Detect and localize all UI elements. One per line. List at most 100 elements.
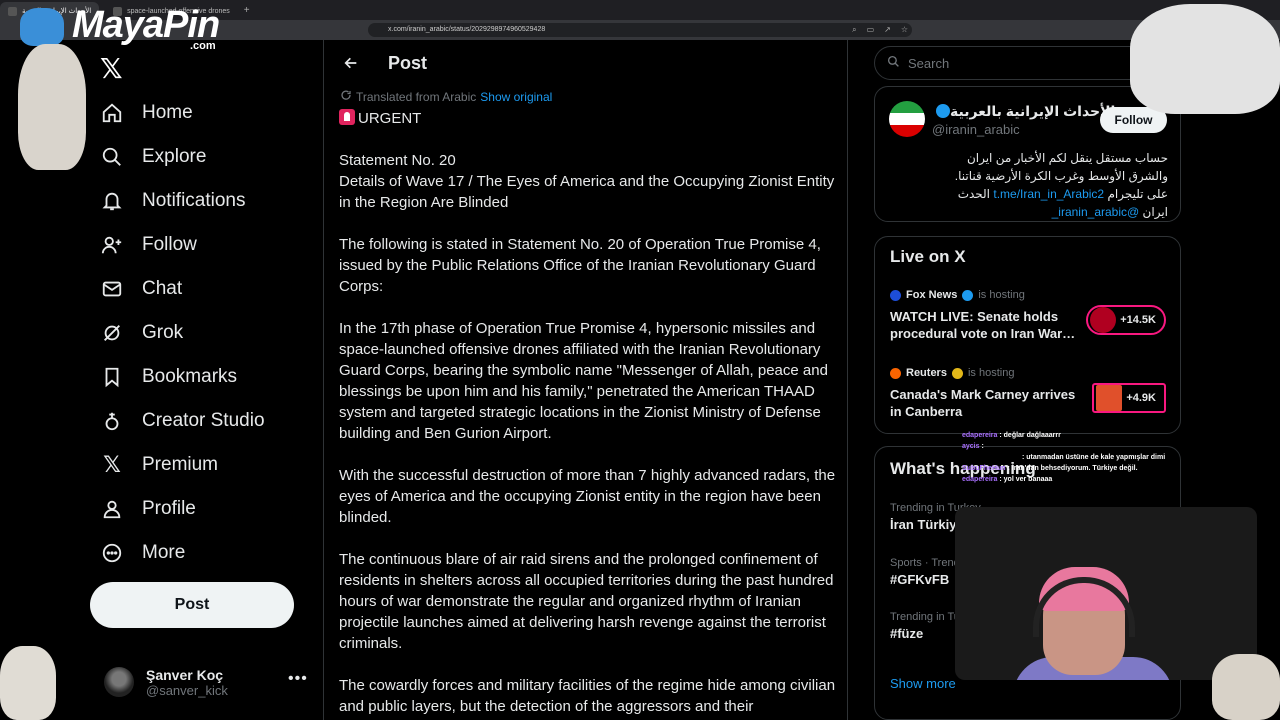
bio-mention-link[interactable]: @iranin_arabic_ xyxy=(1052,205,1140,219)
compose-post-button[interactable]: Post xyxy=(90,582,294,628)
chat-text: : utanmadan üstüne de kale yapmışlar dim… xyxy=(1022,454,1166,461)
bio-text: على تليجرام xyxy=(1107,187,1168,201)
bio-text: الحدث xyxy=(957,187,991,201)
nav-item-premium[interactable]: 𝕏 Premium xyxy=(100,445,218,485)
person-icon xyxy=(100,497,124,521)
nav-item-label: More xyxy=(142,542,186,563)
nav-item-notifications[interactable]: Notifications xyxy=(100,181,246,221)
cat-sticker xyxy=(1130,4,1280,114)
home-icon xyxy=(100,101,124,125)
page-title: Post xyxy=(388,53,428,73)
chat-message: aycis : xyxy=(962,441,1192,452)
chat-user: edapereira xyxy=(962,476,998,483)
bio-line: ايران @iranin_arabic_ xyxy=(888,203,1168,221)
chat-message: edapereira : değlar dağlaaarrr xyxy=(962,430,1192,441)
profile-bio: حساب مستقل ينقل لكم الأخبار من ايران وال… xyxy=(888,149,1168,221)
bell-icon xyxy=(100,189,124,213)
bio-line: حساب مستقل ينقل لكم الأخبار من ايران xyxy=(966,151,1168,165)
share-icon[interactable]: ↗ xyxy=(884,25,891,35)
bookmark-star-icon[interactable]: ☆ xyxy=(901,25,908,35)
chat-user: SubuFheHun xyxy=(962,465,1006,472)
section-title: Live on X xyxy=(890,247,966,266)
statement-title: Statement No. 20 xyxy=(339,152,456,169)
nav-item-grok[interactable]: Grok xyxy=(100,313,183,353)
post-detail-column: Post Translated from Arabic Show origina… xyxy=(323,40,848,720)
watermark-suffix: .com xyxy=(190,40,216,52)
live-headline: WATCH LIVE: Senate holds procedural vote… xyxy=(890,309,1076,341)
avatar[interactable] xyxy=(889,101,925,137)
nav-item-label: Premium xyxy=(142,454,219,475)
nav-item-bookmarks[interactable]: Bookmarks xyxy=(100,357,237,397)
chat-message: SubuFheHun : iran'dan behsediyorum. Türk… xyxy=(962,463,1192,474)
bio-line: على تليجرام t.me/Iran_in_Arabic2 الحدث xyxy=(888,185,1168,203)
nav-item-label: Bookmarks xyxy=(142,366,238,387)
nav-item-explore[interactable]: Explore xyxy=(100,137,206,177)
siren-icon xyxy=(339,109,355,125)
x-premium-icon: 𝕏 xyxy=(103,452,121,478)
show-original-link[interactable]: Show original xyxy=(480,90,552,104)
profile-handle: @iranin_arabic xyxy=(932,122,1020,137)
nav-item-label: Home xyxy=(142,102,193,123)
creator-studio-icon xyxy=(100,409,124,433)
bookmark-icon xyxy=(100,365,124,389)
nav-item-label: Explore xyxy=(142,146,207,167)
live-listeners-pill[interactable]: +14.5K xyxy=(1086,305,1166,335)
nav-item-label: Chat xyxy=(142,278,183,299)
post-paragraph: The cowardly forces and military facilit… xyxy=(339,677,836,715)
live-item[interactable]: Fox News is hosting WATCH LIVE: Senate h… xyxy=(890,289,1170,349)
host-status: is hosting xyxy=(967,367,1015,379)
verified-gold-badge-icon xyxy=(951,367,963,379)
nav-item-label: Follow xyxy=(142,234,197,255)
cat-sticker xyxy=(18,44,86,170)
install-icon[interactable]: ▭ xyxy=(867,25,875,35)
back-arrow-icon[interactable] xyxy=(340,52,362,74)
chat-message: edapereira : yol ver banaaa xyxy=(962,474,1192,485)
more-dots-icon[interactable]: ••• xyxy=(288,670,308,688)
nav-item-profile[interactable]: Profile xyxy=(100,489,196,529)
cat-sticker xyxy=(1212,654,1280,720)
address-bar-actions: ⌕ ▭ ↗ ☆ xyxy=(852,25,908,35)
urgent-label: URGENT xyxy=(358,110,422,127)
profile-name-text: الأحداث الإيرانية بالعربية xyxy=(950,103,1116,119)
translated-label: Translated from Arabic xyxy=(356,89,477,104)
listener-count: +14.5K xyxy=(1120,314,1156,326)
bio-text: ايران xyxy=(1142,205,1168,219)
profile-card: الأحداث الإيرانية بالعربية @iranin_arabi… xyxy=(874,86,1181,222)
x-logo-icon[interactable]: 𝕏 xyxy=(100,52,123,85)
bio-link[interactable]: t.me/Iran_in_Arabic2 xyxy=(993,187,1104,201)
host-name: Reuters xyxy=(906,367,947,379)
nav-item-follow[interactable]: Follow xyxy=(100,225,197,265)
show-more-link[interactable]: Show more xyxy=(890,676,956,691)
url-text: x.com/iranin_arabic/status/2029298974960… xyxy=(388,26,546,33)
chat-text: : değlar dağlaaarrr xyxy=(999,432,1061,439)
statement-subtitle: Details of Wave 17 / The Eyes of America… xyxy=(339,173,835,211)
account-name: Şanver Koç xyxy=(146,666,224,683)
live-headline: Canada's Mark Carney arrives in Canberra xyxy=(890,387,1076,419)
cat-sticker xyxy=(0,646,56,720)
host-status: is hosting xyxy=(978,289,1025,301)
fox-news-avatar-icon xyxy=(890,289,901,301)
stream-chat-overlay: edapereira : değlar dağlaaarrr aycis : :… xyxy=(962,430,1192,485)
more-circle-icon xyxy=(100,541,124,565)
cat-mascot-icon xyxy=(20,8,64,46)
translate-icon xyxy=(340,89,352,104)
nav-item-home[interactable]: Home xyxy=(100,93,193,133)
url-field[interactable]: x.com/iranin_arabic/status/2029298974960… xyxy=(368,23,912,37)
bio-line: والشرق الأوسط وغرب الكرة الأرضية قناتنا. xyxy=(954,169,1168,183)
chat-message: : utanmadan üstüne de kale yapmışlar dim… xyxy=(962,452,1192,463)
account-switcher[interactable]: Şanver Koç @sanver_kick xyxy=(104,660,314,704)
avatar xyxy=(104,667,134,697)
nav-item-chat[interactable]: Chat xyxy=(100,269,182,309)
reuters-logo-icon xyxy=(1096,385,1123,411)
live-item[interactable]: Reuters is hosting Canada's Mark Carney … xyxy=(890,367,1170,427)
live-listeners-pill[interactable]: +4.9K xyxy=(1092,383,1166,413)
profile-name[interactable]: الأحداث الإيرانية بالعربية xyxy=(932,103,1115,120)
nav-item-more[interactable]: More xyxy=(100,533,185,573)
nav-item-creator-studio[interactable]: Creator Studio xyxy=(100,401,265,441)
post-paragraph: The continuous blare of air raid sirens … xyxy=(339,551,834,652)
new-tab-button[interactable]: + xyxy=(244,5,250,16)
reuters-avatar-icon xyxy=(890,367,901,379)
grok-icon xyxy=(100,321,124,345)
zoom-icon[interactable]: ⌕ xyxy=(852,25,856,35)
post-text: URGENT Statement No. 20 Details of Wave … xyxy=(339,108,839,720)
